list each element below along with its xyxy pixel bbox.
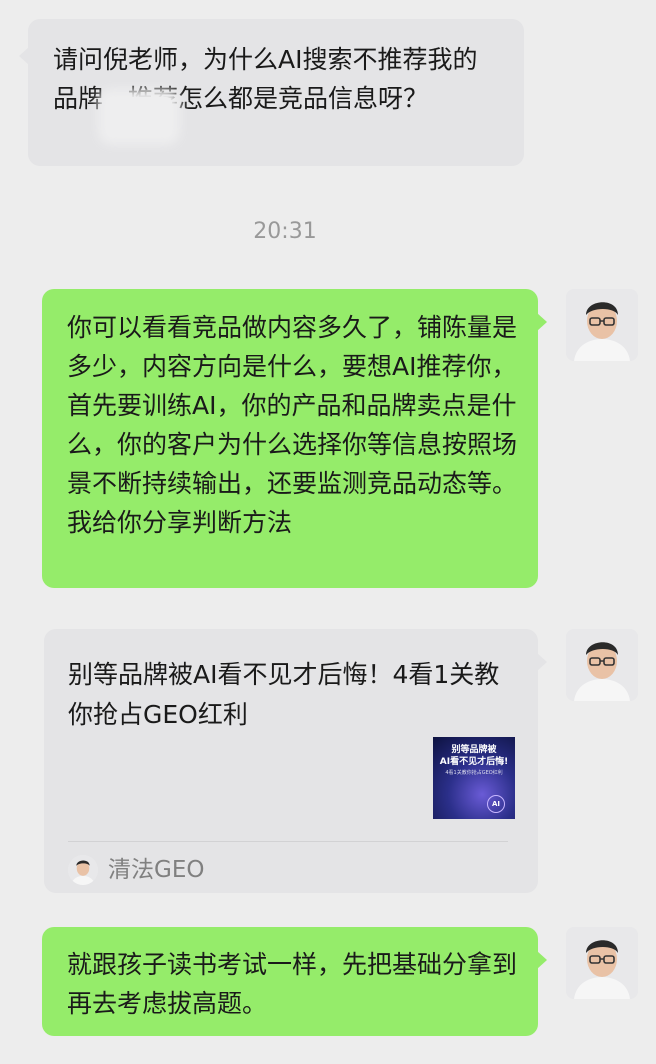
- message-text: 你可以看看竞品做内容多久了，铺陈量是多少，内容方向是什么，要想AI推荐你，首先要…: [67, 313, 518, 537]
- card-title: 别等品牌被AI看不见才后悔！4看1关教你抢占GEO红利: [68, 660, 500, 729]
- person-avatar-icon: [566, 927, 638, 999]
- person-avatar-icon: [566, 629, 638, 701]
- person-avatar-icon: [566, 289, 638, 361]
- card-source[interactable]: 清法GEO: [68, 853, 204, 887]
- card-thumbnail: 别等品牌被 AI看不见才后悔! 4看1关教你抢占GEO红利 AI: [433, 737, 515, 819]
- user-avatar[interactable]: [566, 927, 638, 999]
- incoming-message-bubble[interactable]: 请问倪老师，为什么AI搜索不推荐我的 品牌，推荐怎么都是竞品信息呀？: [19, 19, 528, 166]
- thumbnail-ai-badge: AI: [487, 795, 505, 813]
- message-timestamp: 20:31: [253, 219, 317, 244]
- message-text: 就跟孩子读书考试一样，先把基础分拿到再去考虑拔高题。: [67, 950, 518, 1018]
- user-avatar[interactable]: [566, 629, 638, 701]
- card-divider: [68, 841, 508, 842]
- source-avatar: [68, 855, 98, 885]
- outgoing-message-bubble[interactable]: 你可以看看竞品做内容多久了，铺陈量是多少，内容方向是什么，要想AI推荐你，首先要…: [42, 289, 547, 588]
- outgoing-message-bubble[interactable]: 就跟孩子读书考试一样，先把基础分拿到再去考虑拔高题。: [42, 927, 547, 1036]
- shared-article-card[interactable]: 别等品牌被AI看不见才后悔！4看1关教你抢占GEO红利 别等品牌被 AI看不见才…: [44, 629, 547, 893]
- redacted-brand-blur: [106, 97, 172, 137]
- thumbnail-line-3: 4看1关教你抢占GEO红利: [445, 770, 503, 776]
- user-avatar[interactable]: [566, 289, 638, 361]
- thumbnail-line-2: AI看不见才后悔!: [439, 757, 509, 767]
- person-avatar-icon: [68, 855, 98, 885]
- thumbnail-line-1: 别等品牌被: [451, 745, 497, 755]
- source-name: 清法GEO: [108, 856, 205, 883]
